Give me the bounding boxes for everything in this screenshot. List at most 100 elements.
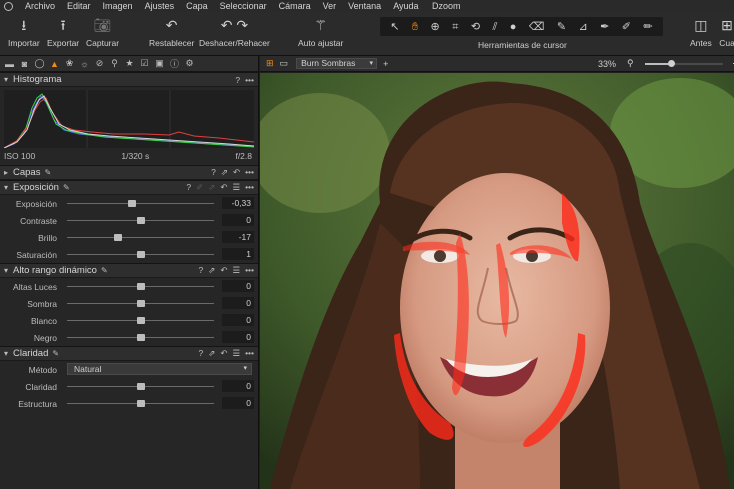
slider-track[interactable] <box>67 237 214 238</box>
slider-value-field[interactable]: 1 <box>222 248 254 260</box>
more-icon[interactable]: ••• <box>245 182 254 193</box>
slider-value-field[interactable]: 0 <box>222 297 254 309</box>
pointer-tool-icon[interactable]: ↖ <box>390 20 399 34</box>
slider-value-field[interactable]: 0 <box>222 380 254 392</box>
brush-tool-icon[interactable]: ✎ <box>557 20 566 34</box>
import-button[interactable]: ⭳ Importar <box>8 16 40 48</box>
search-tab-icon[interactable]: ⚲ <box>108 58 121 70</box>
histogram-header[interactable]: ▾ Histograma ? ••• <box>0 72 258 87</box>
keystone-tool-icon[interactable]: ⫽ <box>492 20 497 34</box>
help-icon[interactable]: ? <box>198 348 203 359</box>
slider-value-field[interactable]: 0 <box>222 280 254 292</box>
copy-icon[interactable]: ⇗ <box>221 167 228 178</box>
before-button[interactable]: ◫ Antes <box>690 16 712 48</box>
clarity-header[interactable]: ▾ Claridad ✎ ? ⇗ ↶ ☰ ••• <box>0 346 258 361</box>
menu-capa[interactable]: Capa <box>180 0 214 12</box>
quad-button[interactable]: ⊞ Cua <box>718 16 734 48</box>
collapse-arrow-icon[interactable]: ▾ <box>4 349 13 358</box>
details-tab-icon[interactable]: ☼ <box>78 58 91 70</box>
undo-redo-button[interactable]: ↶ ↷ Deshacer/Rehacer <box>199 16 270 48</box>
color-tab-icon[interactable]: ❀ <box>63 58 76 70</box>
app-logo-icon[interactable] <box>4 1 13 11</box>
rotate-tool-icon[interactable]: ⟲ <box>471 20 480 34</box>
brush-icon[interactable]: ✎ <box>44 168 51 177</box>
slider-knob[interactable] <box>136 283 145 290</box>
help-icon[interactable]: ? <box>186 182 191 193</box>
auto-adjust-button[interactable]: ⚚ Auto ajustar <box>298 16 343 48</box>
list-icon[interactable]: ☰ <box>232 265 240 276</box>
slider-track[interactable] <box>67 203 214 204</box>
menu-archivo[interactable]: Archivo <box>19 0 61 12</box>
brush-icon[interactable]: ✎ <box>101 266 108 275</box>
help-icon[interactable]: ? <box>198 265 203 276</box>
help-icon[interactable]: ? <box>211 167 216 178</box>
settings-tab-icon[interactable]: ⚙ <box>183 58 196 70</box>
hdr-header[interactable]: ▾ Alto rango dinámico ✎ ? ⇗ ↶ ☰ ••• <box>0 263 258 278</box>
exposure-header[interactable]: ▾ Exposición ✎ ? ✐ ⇗ ↶ ☰ ••• <box>0 180 258 195</box>
reset-icon[interactable]: ↶ <box>220 348 227 359</box>
spot-tool-icon[interactable]: ● <box>510 20 517 34</box>
slider-knob[interactable] <box>136 334 145 341</box>
slider-value-field[interactable]: 0 <box>222 314 254 326</box>
more-icon[interactable]: ••• <box>245 265 254 276</box>
copy-icon[interactable]: ⇗ <box>208 348 215 359</box>
zoom-icon[interactable]: ⚲ <box>627 58 634 69</box>
eraser-tool-icon[interactable]: ⌫ <box>529 20 545 34</box>
slider-knob[interactable] <box>136 317 145 324</box>
more-icon[interactable]: ••• <box>245 75 254 85</box>
menu-ajustes[interactable]: Ajustes <box>139 0 181 12</box>
slider-value-field[interactable]: -17 <box>222 231 254 243</box>
collapse-arrow-icon[interactable]: ▾ <box>4 75 13 84</box>
reset-icon[interactable]: ↶ <box>233 167 240 178</box>
more-icon[interactable]: ••• <box>245 348 254 359</box>
pen-tool-icon[interactable]: ✒ <box>600 20 609 34</box>
lens-tab-icon[interactable]: ◯ <box>33 58 46 70</box>
slider-knob[interactable] <box>136 217 145 224</box>
menu-imagen[interactable]: Imagen <box>97 0 139 12</box>
slider-value-field[interactable]: 0 <box>222 331 254 343</box>
reset-icon[interactable]: ↶ <box>220 265 227 276</box>
picker-tool-icon[interactable]: ✐ <box>622 20 631 34</box>
list-icon[interactable]: ☰ <box>232 182 240 193</box>
batch-tab-icon[interactable]: ☑ <box>138 58 151 70</box>
image-viewer[interactable] <box>260 73 734 489</box>
list-icon[interactable]: ☰ <box>232 348 240 359</box>
copy-icon[interactable]: ⇗ <box>208 265 215 276</box>
method-select[interactable]: Natural ▾ <box>67 363 252 375</box>
layer-select[interactable]: Burn Sombras ▾ <box>296 58 378 69</box>
menu-ayuda[interactable]: Ayuda <box>387 0 424 12</box>
library-tab-icon[interactable]: ▬ <box>3 58 16 70</box>
copy-icon[interactable]: ⇗ <box>208 182 215 193</box>
brush-icon[interactable]: ✎ <box>52 349 59 358</box>
more-icon[interactable]: ••• <box>245 167 254 178</box>
single-view-icon[interactable]: ▭ <box>280 58 289 69</box>
annotate-tool-icon[interactable]: ✏ <box>643 20 652 34</box>
menu-seleccionar[interactable]: Seleccionar <box>214 0 273 12</box>
exposure-tab-icon[interactable]: ▲ <box>48 58 61 70</box>
layers-header[interactable]: ▸ Capas ✎ ? ⇗ ↶ ••• <box>0 165 258 180</box>
capture-tab-icon[interactable]: ◙ <box>18 58 31 70</box>
gradient-tool-icon[interactable]: ⊿ <box>578 20 587 34</box>
slider-knob[interactable] <box>128 200 137 207</box>
slider-knob[interactable] <box>136 300 145 307</box>
brush-icon[interactable]: ✎ <box>63 183 70 192</box>
help-icon[interactable]: ? <box>235 75 240 85</box>
slider-value-field[interactable]: -0,33 <box>222 197 254 209</box>
menu-editar[interactable]: Editar <box>61 0 97 12</box>
zoom-slider[interactable] <box>645 60 723 67</box>
reset-button[interactable]: ↶ Restablecer <box>149 16 194 48</box>
capture-button[interactable]: 📷︎ Capturar <box>86 16 119 48</box>
slider-value-field[interactable]: 0 <box>222 397 254 409</box>
slider-knob[interactable] <box>136 383 145 390</box>
slider-knob[interactable] <box>114 234 123 241</box>
info-tab-icon[interactable]: ⓘ <box>168 58 181 70</box>
slider-knob[interactable] <box>137 251 146 258</box>
reset-icon[interactable]: ↶ <box>220 182 227 193</box>
collapse-arrow-icon[interactable]: ▾ <box>4 266 13 275</box>
menu-camara[interactable]: Cámara <box>273 0 317 12</box>
export-button[interactable]: ⭱ Exportar <box>47 16 79 48</box>
expand-arrow-icon[interactable]: ▸ <box>4 168 13 177</box>
menu-ver[interactable]: Ver <box>317 0 343 12</box>
menu-ventana[interactable]: Ventana <box>342 0 387 12</box>
output-tab-icon[interactable]: ▣ <box>153 58 166 70</box>
